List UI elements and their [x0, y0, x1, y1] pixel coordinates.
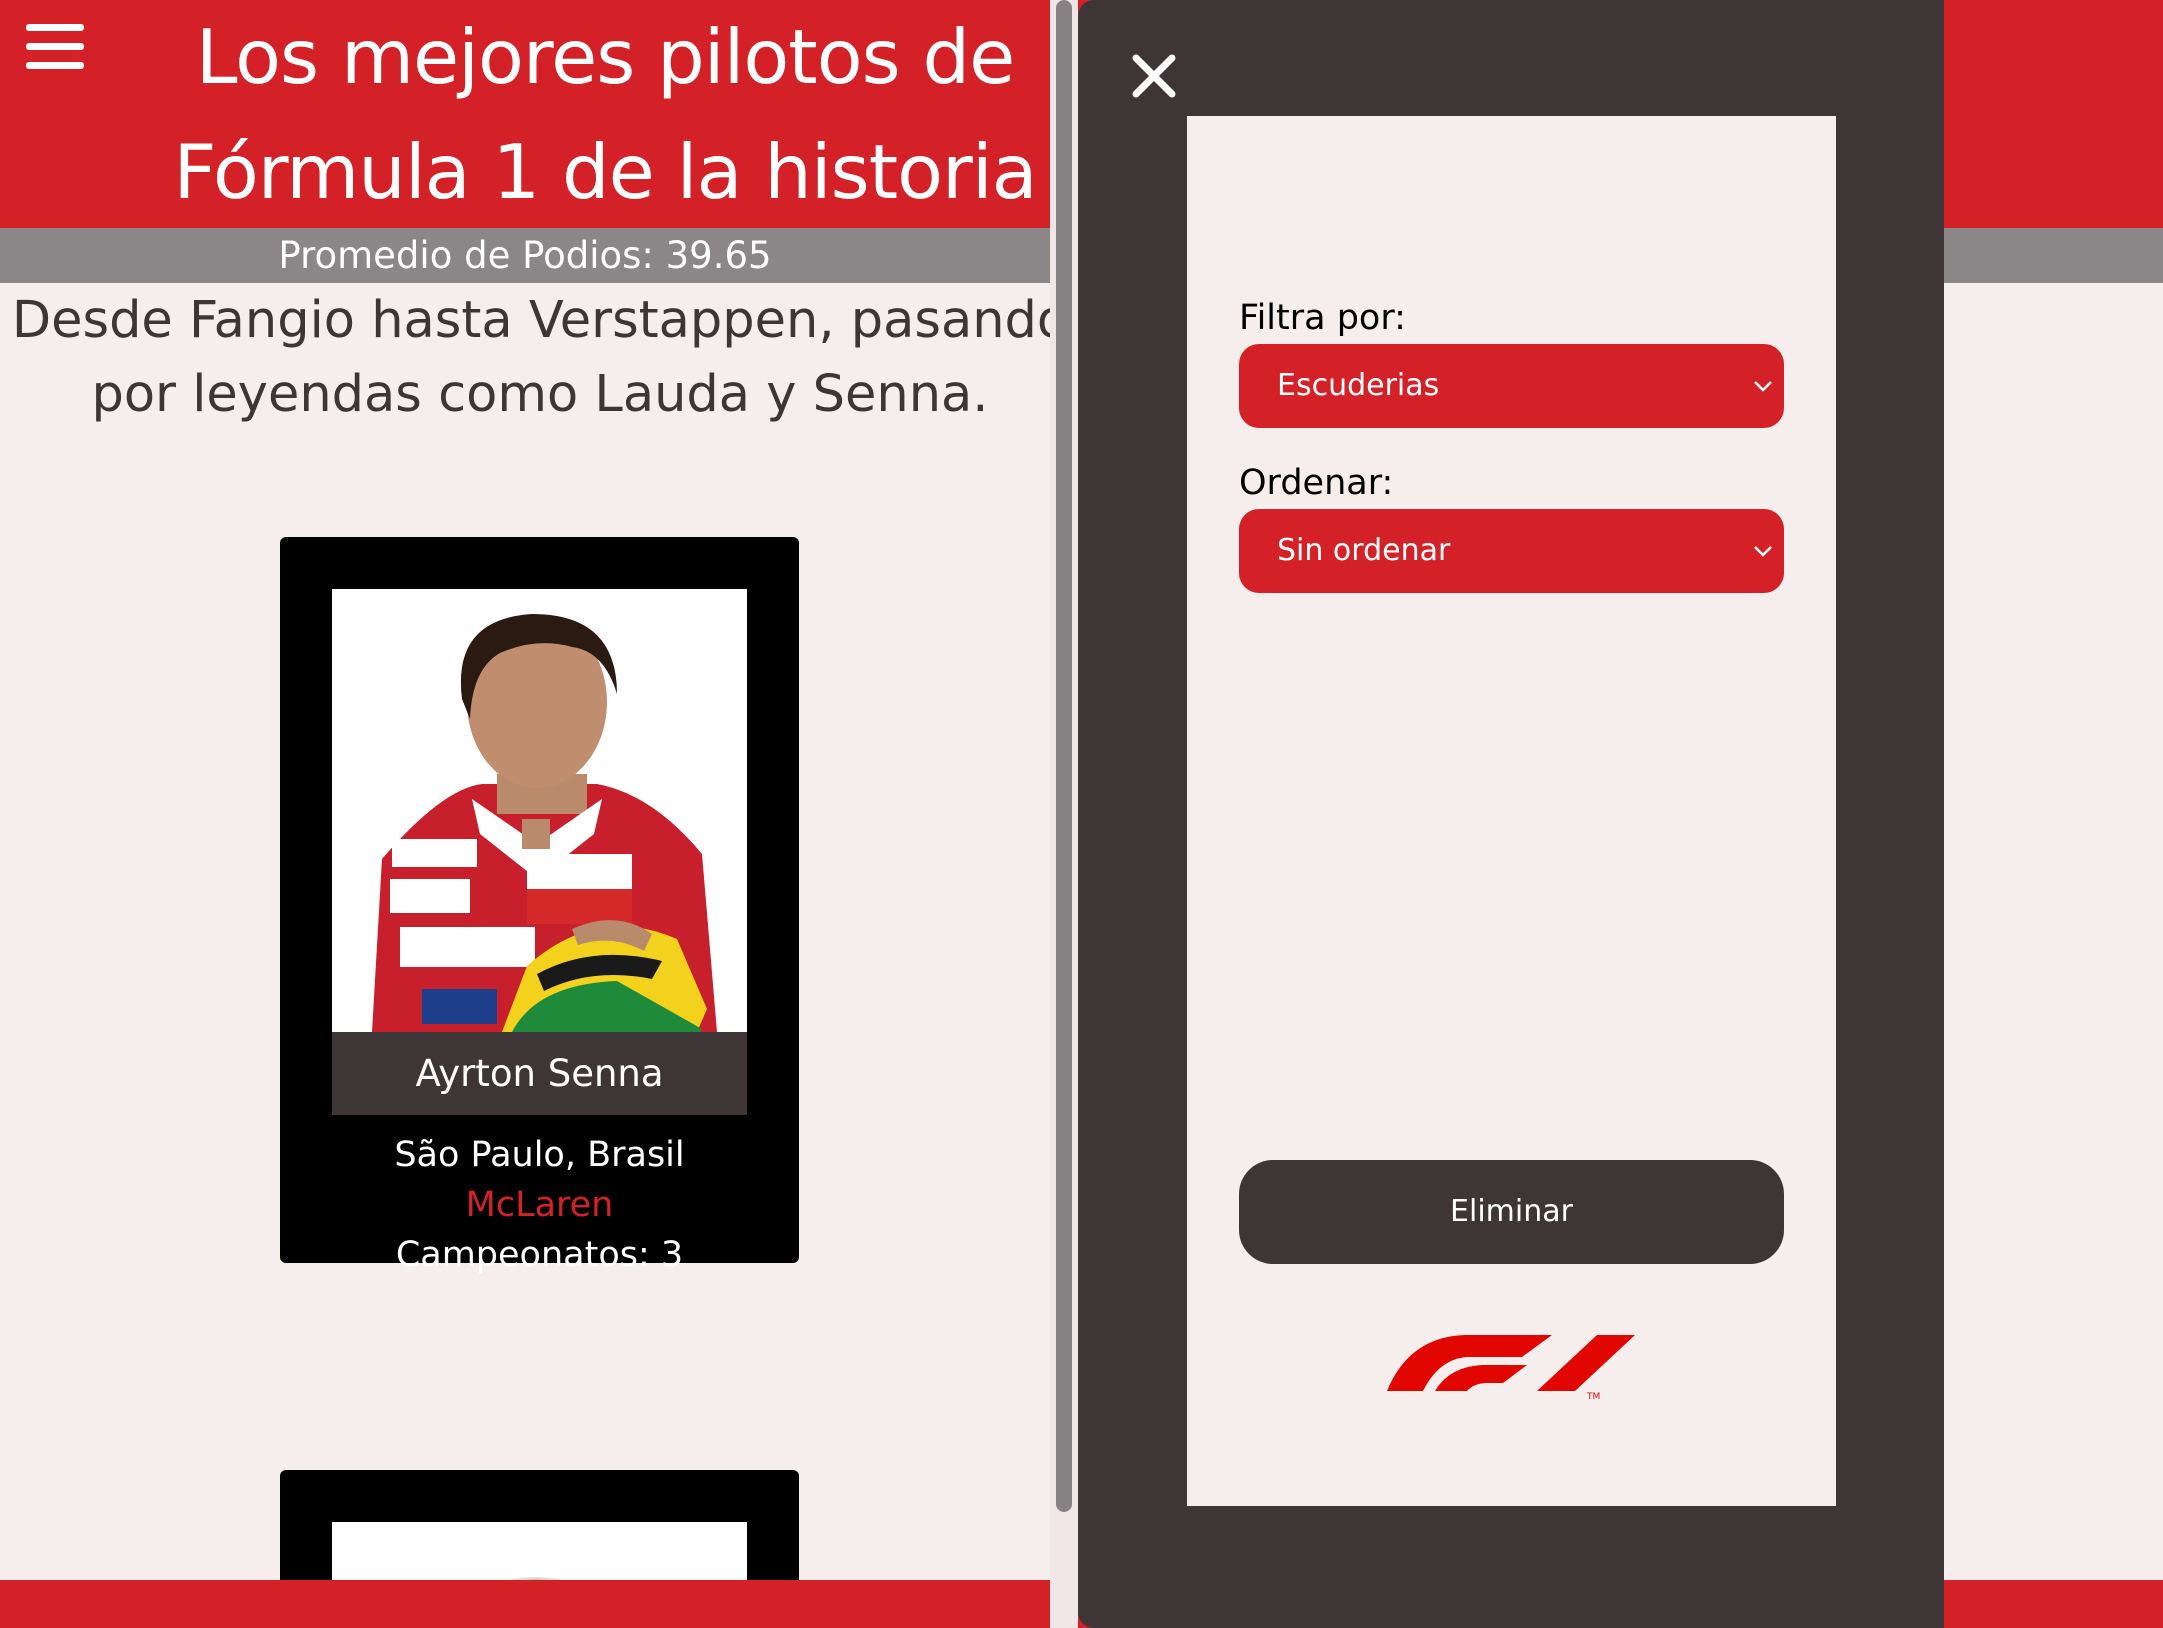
- driver-championships: Campeonatos: 3: [395, 1235, 684, 1275]
- scrollbar-thumb[interactable]: [1056, 0, 1072, 1512]
- driver-team: McLaren: [465, 1185, 614, 1225]
- filter-label: Filtra por:: [1239, 298, 1406, 338]
- filter-panel: Filtra por: Escuderias Ordenar: Sin orde…: [1187, 116, 1836, 1506]
- page-title-line-2: Fórmula 1 de la historia: [173, 128, 1037, 216]
- chevron-down-icon: [1754, 381, 1772, 392]
- main-page: Los mejores pilotos de Fórmula 1 de la h…: [0, 0, 1050, 1628]
- page-title: Los mejores pilotos de Fórmula 1 de la h…: [80, 0, 1050, 230]
- svg-text:TM: TM: [1586, 1392, 1600, 1401]
- hamburger-icon[interactable]: [26, 22, 84, 72]
- order-select[interactable]: Sin ordenar: [1239, 509, 1784, 593]
- f1-logo: TM: [1387, 1335, 1635, 1401]
- close-icon[interactable]: [1130, 52, 1178, 100]
- filter-drawer: Filtra por: Escuderias Ordenar: Sin orde…: [1078, 0, 1944, 1628]
- driver-photo: [332, 589, 747, 1032]
- driver-card[interactable]: Ayrton Senna São Paulo, Brasil McLaren C…: [280, 537, 799, 1275]
- podium-average: Promedio de Podios: 39.65: [0, 228, 1050, 283]
- driver-birthplace: São Paulo, Brasil: [394, 1135, 685, 1175]
- page-title-line-1: Los mejores pilotos de: [195, 13, 1016, 101]
- filter-select-value: Escuderias: [1277, 368, 1440, 403]
- filter-select[interactable]: Escuderias: [1239, 344, 1784, 428]
- order-select-value: Sin ordenar: [1277, 533, 1451, 568]
- delete-button[interactable]: Eliminar: [1239, 1160, 1784, 1264]
- chevron-down-icon: [1754, 546, 1772, 557]
- bottom-bar: [0, 1580, 1050, 1628]
- order-label: Ordenar:: [1239, 463, 1394, 503]
- page-subtitle: Desde Fangio hasta Verstappen, pasando p…: [0, 284, 1050, 432]
- subtitle-line-2: por leyendas como Lauda y Senna.: [91, 365, 989, 424]
- page-header: Los mejores pilotos de Fórmula 1 de la h…: [0, 0, 1050, 228]
- subtitle-line-1: Desde Fangio hasta Verstappen, pasando: [11, 291, 1050, 350]
- driver-name: Ayrton Senna: [332, 1032, 747, 1115]
